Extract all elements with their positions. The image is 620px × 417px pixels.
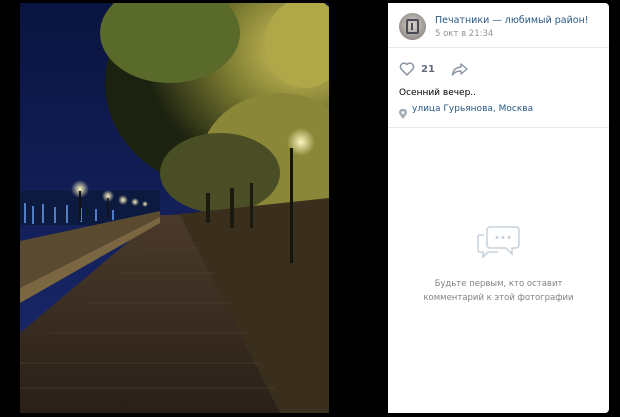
post-date[interactable]: 5 окт в 21:34	[435, 29, 493, 39]
map-pin-icon	[399, 104, 407, 119]
post-header: Печатники — любимый район! 5 окт в 21:34	[388, 3, 609, 48]
empty-comments-line1: Будьте первым, кто оставит	[434, 279, 563, 289]
share-arrow-icon[interactable]	[451, 61, 469, 77]
chat-bubble-icon	[476, 223, 522, 263]
post-location[interactable]: улица Гурьянова, Москва	[399, 104, 533, 119]
like-count[interactable]: 21	[421, 64, 435, 75]
night-embankment-photo	[20, 3, 329, 413]
photo[interactable]	[20, 3, 329, 413]
group-avatar[interactable]	[399, 13, 426, 40]
post-caption: Осенний вечер..	[399, 88, 477, 98]
photo-viewer: Печатники — любимый район! 5 окт в 21:34…	[0, 0, 620, 417]
empty-comments-line2: комментарий к этой фотографии	[423, 293, 574, 303]
empty-comments: Будьте первым, кто оставит комментарий к…	[388, 223, 609, 305]
post-sidebar: Печатники — любимый район! 5 окт в 21:34…	[388, 3, 609, 413]
divider	[388, 127, 609, 128]
photo-pane[interactable]	[0, 0, 388, 417]
location-link[interactable]: улица Гурьянова, Москва	[412, 104, 533, 114]
post-actions: 21	[399, 59, 469, 79]
heart-icon[interactable]	[399, 61, 415, 77]
group-name-link[interactable]: Печатники — любимый район!	[435, 15, 589, 26]
